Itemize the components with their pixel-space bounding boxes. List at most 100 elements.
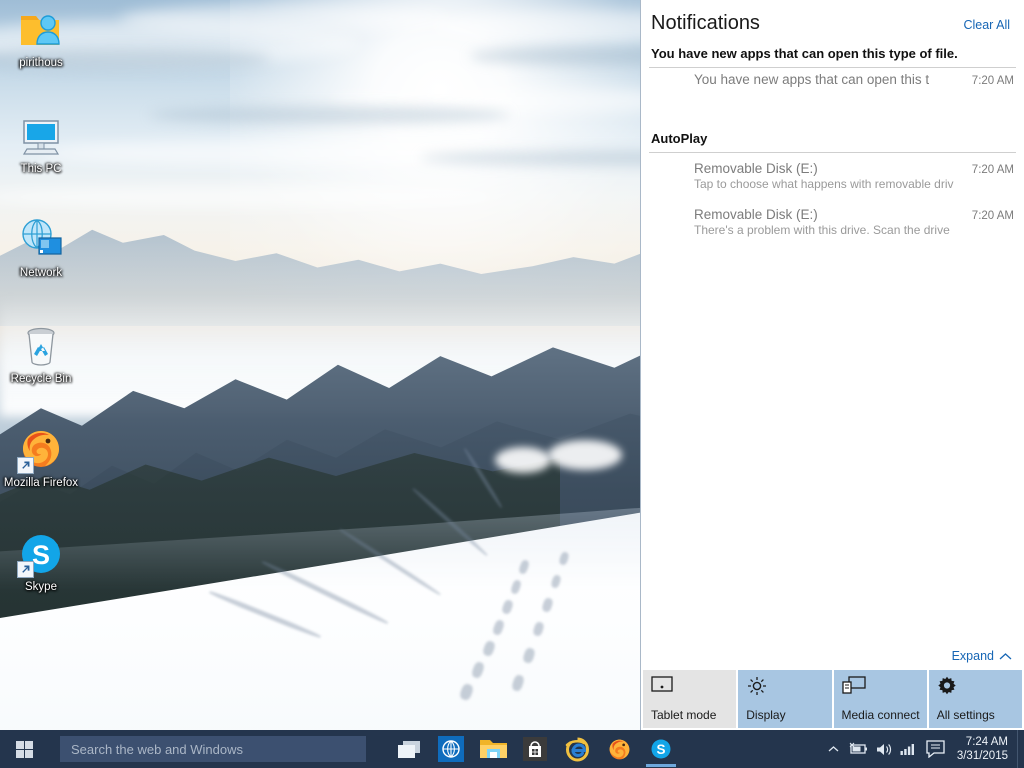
quick-action-display[interactable]: Display (738, 670, 832, 728)
file-explorer-icon (479, 740, 507, 758)
taskbar-app-icons: S (388, 730, 682, 768)
notification-group: AutoPlay Removable Disk (E:) 7:20 AM Tap… (641, 122, 1024, 243)
store-icon (523, 737, 547, 761)
recycle-bin-icon (17, 322, 65, 370)
cloud (150, 106, 510, 124)
notification-group-title: AutoPlay (651, 131, 708, 146)
desktop-icon-recycle-bin[interactable]: Recycle Bin (2, 322, 80, 386)
volume-icon (876, 743, 891, 755)
chevron-up-icon (828, 746, 839, 752)
notification-title: You have new apps that can open this t (694, 72, 930, 87)
expand-label: Expand (951, 649, 994, 663)
desktop-icon-label: Skype (25, 581, 57, 593)
clock-date: 3/31/2015 (956, 750, 1008, 762)
internet-explorer-icon (565, 737, 589, 762)
system-tray: 7:24 AM 3/31/2015 (821, 730, 1024, 768)
clear-all-button[interactable]: Clear All (963, 18, 1010, 32)
edge-button[interactable] (430, 730, 472, 768)
quick-action-label: Tablet mode (651, 708, 717, 722)
quick-action-tablet-mode[interactable]: Tablet mode (643, 670, 737, 728)
windows-logo-icon (15, 740, 33, 758)
firefox-button[interactable] (598, 730, 640, 768)
cloud (0, 186, 500, 208)
skype-button[interactable]: S (640, 730, 682, 768)
brightness-icon (746, 676, 768, 696)
action-center-icon (926, 740, 945, 758)
notification-group: You have new apps that can open this typ… (641, 37, 1024, 100)
internet-explorer-button[interactable] (556, 730, 598, 768)
shortcut-overlay-icon (17, 457, 34, 474)
notification-title: Removable Disk (E:) (694, 161, 818, 176)
desktop-icon-pirithous[interactable]: pirithous (2, 6, 80, 70)
firefox-icon (17, 426, 65, 474)
notification-time: 7:20 AM (971, 164, 1014, 176)
action-center-button[interactable] (920, 730, 951, 768)
cloud (120, 4, 450, 34)
svg-text:S: S (656, 742, 665, 757)
quick-action-label: All settings (936, 708, 995, 722)
store-button[interactable] (514, 730, 556, 768)
quick-action-media-connect[interactable]: Media connect (833, 670, 927, 728)
desktop-icon-firefox[interactable]: Mozilla Firefox (2, 426, 80, 490)
desktop-icon-this-pc[interactable]: This PC (2, 112, 80, 176)
desktop-icon-network[interactable]: Network (2, 216, 80, 280)
desktop-screen: pirithous This PC Network Recycle Bin Mo… (0, 0, 1024, 768)
desktop-icon-label: This PC (20, 163, 62, 175)
network-signal-icon (900, 744, 914, 755)
notification-title: Removable Disk (E:) (694, 207, 818, 222)
action-center-panel: Notifications Clear All You have new app… (640, 0, 1024, 730)
show-hidden-icons-button[interactable] (821, 730, 846, 768)
battery-icon (849, 742, 868, 754)
quick-action-label: Media connect (841, 708, 920, 722)
notification-group-title: You have new apps that can open this typ… (651, 46, 958, 61)
snow-puff (548, 440, 622, 470)
desktop-icon-label: Mozilla Firefox (3, 477, 79, 489)
network-icon (17, 216, 65, 264)
notification-subtitle: Tap to choose what happens with removabl… (694, 177, 954, 191)
edge-globe-icon (438, 736, 464, 762)
task-view-icon (398, 740, 420, 758)
svg-text:S: S (32, 540, 50, 570)
tablet-mode-icon (651, 676, 673, 696)
expand-row: Expand (641, 647, 1024, 670)
search-input[interactable]: Search the web and Windows (60, 736, 366, 762)
clock[interactable]: 7:24 AM 3/31/2015 (951, 735, 1017, 763)
snow-puff (495, 447, 551, 473)
user-folder-icon (17, 6, 65, 54)
network-button[interactable] (896, 730, 921, 768)
notification-item[interactable]: You have new apps that can open this t 7… (641, 68, 1024, 100)
expand-button[interactable]: Expand (952, 649, 1012, 663)
action-center-header: Notifications Clear All (641, 0, 1024, 37)
divider (649, 152, 1016, 153)
gear-icon (937, 676, 959, 696)
quick-action-label: Display (746, 708, 786, 722)
shortcut-overlay-icon (17, 561, 34, 578)
quick-action-all-settings[interactable]: All settings (928, 670, 1022, 728)
page-title: Notifications (651, 12, 760, 34)
start-button[interactable] (0, 730, 48, 768)
notification-item[interactable]: Removable Disk (E:) 7:20 AM Tap to choos… (641, 157, 1024, 197)
task-view-button[interactable] (388, 730, 430, 768)
chevron-up-icon (999, 652, 1012, 659)
battery-button[interactable] (846, 730, 871, 768)
skype-icon: S (17, 530, 65, 578)
skype-icon: S (651, 739, 671, 759)
desktop-icon-skype[interactable]: S Skype (2, 530, 80, 594)
clock-time: 7:24 AM (965, 736, 1008, 748)
taskbar: Search the web and Windows S 7:24 AM 3/3… (0, 730, 1024, 768)
desktop-icon-label: Recycle Bin (10, 373, 72, 385)
firefox-icon (609, 739, 629, 759)
show-desktop-button[interactable] (1017, 730, 1024, 768)
notification-item[interactable]: Removable Disk (E:) 7:20 AM There's a pr… (641, 203, 1024, 243)
notification-subtitle: There's a problem with this drive. Scan … (694, 223, 950, 237)
notification-time: 7:20 AM (971, 75, 1014, 87)
this-pc-icon (17, 112, 65, 160)
quick-actions-row: Tablet mode Display Media connect All se… (641, 670, 1024, 730)
media-connect-icon (841, 676, 866, 696)
volume-button[interactable] (871, 730, 896, 768)
desktop-icon-label: pirithous (19, 57, 63, 69)
notification-time: 7:20 AM (971, 210, 1014, 222)
file-explorer-button[interactable] (472, 730, 514, 768)
desktop-icon-label: Network (19, 267, 63, 279)
